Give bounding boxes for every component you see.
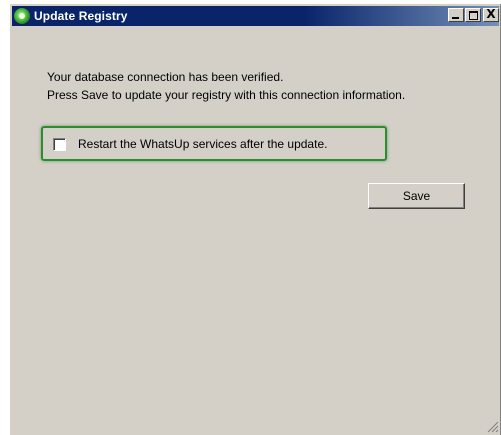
resize-grip-icon[interactable] (487, 421, 499, 433)
message-line-1: Your database connection has been verifi… (47, 70, 284, 84)
window-controls: X (447, 7, 499, 22)
window-title: Update Registry (34, 9, 128, 23)
update-registry-dialog: Update Registry X Your database connecti… (9, 3, 501, 435)
verification-message: Your database connection has been verifi… (47, 68, 405, 104)
restart-services-checkbox[interactable] (53, 137, 66, 151)
save-button[interactable]: Save (368, 183, 465, 209)
close-glyph: X (486, 7, 496, 21)
close-icon[interactable]: X (483, 7, 499, 22)
message-line-2: Press Save to update your registry with … (47, 88, 406, 102)
minimize-icon[interactable] (448, 8, 464, 22)
whatsup-green-globe-icon (14, 8, 30, 24)
restart-services-label[interactable]: Restart the WhatsUp services after the u… (78, 137, 327, 151)
title-bar[interactable]: Update Registry X (12, 6, 499, 26)
restart-services-option[interactable]: Restart the WhatsUp services after the u… (53, 137, 327, 151)
maximize-icon[interactable] (465, 8, 481, 22)
